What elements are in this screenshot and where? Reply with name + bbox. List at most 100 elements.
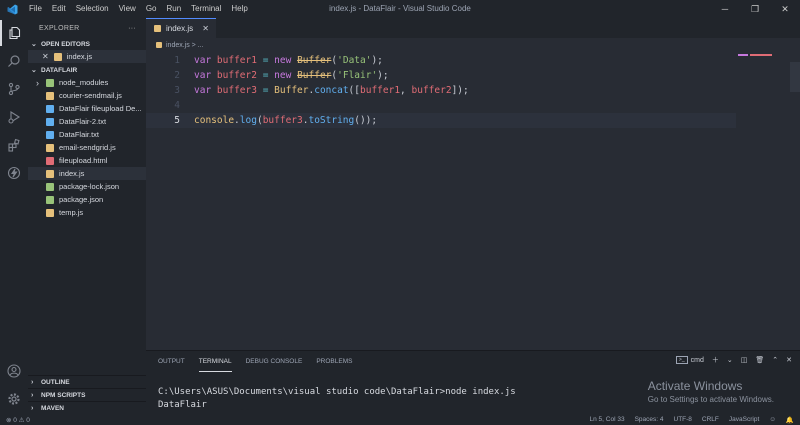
chevron-right-icon: › bbox=[31, 391, 34, 399]
file-tree-item[interactable]: courier-sendmail.js bbox=[28, 89, 146, 102]
section-npm-scripts[interactable]: › NPM SCRIPTS bbox=[28, 388, 146, 401]
chevron-up-icon[interactable]: ⌃ bbox=[772, 356, 778, 364]
section-label: OUTLINE bbox=[41, 378, 70, 386]
restore-icon[interactable]: ❐ bbox=[740, 0, 770, 18]
line-number: 2 bbox=[174, 70, 180, 81]
section-outline[interactable]: › OUTLINE bbox=[28, 375, 146, 388]
code-line: 3 var buffer3 = Buffer.concat([buffer1, … bbox=[146, 83, 736, 98]
watermark-title: Activate Windows bbox=[647, 379, 743, 393]
search-icon[interactable] bbox=[0, 48, 28, 74]
status-bar: ⊗ 0 ⚠ 0 Ln 5, Col 33 Spaces: 4 UTF-8 CRL… bbox=[0, 414, 800, 425]
chevron-down-icon[interactable]: ⌄ bbox=[727, 356, 733, 364]
menu-item-terminal[interactable]: Terminal bbox=[186, 0, 226, 18]
menu-item-selection[interactable]: Selection bbox=[71, 0, 114, 18]
dataflair-folder-section[interactable]: ⌄ DATAFLAIR bbox=[28, 64, 146, 76]
file-name: node_modules bbox=[59, 78, 109, 87]
minimap[interactable] bbox=[734, 52, 800, 350]
menu-item-file[interactable]: File bbox=[24, 0, 47, 18]
json-file-icon bbox=[46, 195, 54, 204]
encoding-indicator[interactable]: UTF-8 bbox=[674, 416, 692, 424]
problems-indicator[interactable]: ⊗ 0 ⚠ 0 bbox=[6, 416, 30, 424]
breadcrumb-path[interactable]: index.js > ... bbox=[166, 42, 204, 49]
menu-item-view[interactable]: View bbox=[114, 0, 141, 18]
indentation-indicator[interactable]: Spaces: 4 bbox=[635, 416, 664, 424]
line-number: 5 bbox=[174, 115, 180, 126]
file-name: temp.js bbox=[59, 208, 84, 217]
chevron-down-icon: ⌄ bbox=[31, 41, 37, 48]
trash-icon[interactable]: 🗑 bbox=[755, 356, 764, 364]
notifications-bell-icon[interactable]: 🔔 bbox=[786, 416, 794, 424]
scrollbar[interactable] bbox=[790, 62, 800, 92]
close-icon[interactable]: ✕ bbox=[42, 52, 49, 61]
eol-indicator[interactable]: CRLF bbox=[702, 416, 719, 424]
close-tab-icon[interactable]: ✕ bbox=[202, 24, 209, 33]
section-maven[interactable]: › MAVEN bbox=[28, 401, 146, 414]
file-tree-item[interactable]: package.json bbox=[28, 193, 146, 206]
remote-lightning-icon[interactable] bbox=[0, 160, 28, 186]
file-tree-item[interactable]: temp.js bbox=[28, 206, 146, 219]
menu-item-edit[interactable]: Edit bbox=[47, 0, 71, 18]
js-file-icon bbox=[154, 25, 161, 32]
cursor-position[interactable]: Ln 5, Col 33 bbox=[590, 416, 625, 424]
minimize-icon[interactable]: ─ bbox=[710, 0, 740, 18]
file-tree-item[interactable]: email-sendgrid.js bbox=[28, 141, 146, 154]
menu-item-help[interactable]: Help bbox=[226, 0, 252, 18]
file-name: email-sendgrid.js bbox=[59, 143, 116, 152]
js-file-icon bbox=[46, 208, 54, 217]
source-control-icon[interactable] bbox=[0, 76, 28, 102]
extensions-icon[interactable] bbox=[0, 132, 28, 158]
terminal-icon: >_ bbox=[675, 356, 688, 364]
tab-index-js[interactable]: index.js ✕ bbox=[146, 18, 216, 38]
section-label: NPM SCRIPTS bbox=[41, 391, 86, 399]
settings-gear-icon[interactable] bbox=[0, 386, 28, 412]
feedback-icon[interactable]: ☺ bbox=[769, 416, 776, 424]
file-name: DataFlair-2.txt bbox=[59, 117, 107, 126]
file-name: fileupload.html bbox=[59, 156, 108, 165]
activity-bar bbox=[0, 18, 28, 414]
split-terminal-icon[interactable]: ◫ bbox=[741, 356, 748, 364]
code-line: 2 var buffer2 = new Buffer('Flair'); bbox=[146, 68, 736, 83]
code-line: 1 var buffer1 = new Buffer('Data'); bbox=[146, 53, 736, 68]
terminal-line: DataFlair bbox=[158, 400, 207, 410]
json-file-icon bbox=[46, 182, 54, 191]
menu-item-run[interactable]: Run bbox=[161, 0, 186, 18]
minimap-line bbox=[738, 54, 748, 56]
section-label: DATAFLAIR bbox=[41, 66, 78, 74]
terminal-output[interactable]: C:\Users\ASUS\Documents\visual studio co… bbox=[158, 386, 516, 412]
menu-item-go[interactable]: Go bbox=[141, 0, 162, 18]
file-tree-item[interactable]: › node_modules bbox=[28, 76, 146, 89]
run-debug-icon[interactable] bbox=[0, 104, 28, 130]
account-icon[interactable] bbox=[0, 358, 28, 384]
menu-bar: File Edit Selection View Go Run Terminal Help bbox=[24, 0, 253, 18]
language-mode[interactable]: JavaScript bbox=[729, 416, 759, 424]
tab-debug-console[interactable]: DEBUG CONSOLE bbox=[246, 351, 303, 372]
code-text: var buffer1 = new Buffer('Data'); bbox=[194, 55, 383, 66]
file-tree-item[interactable]: index.js bbox=[28, 167, 146, 180]
close-panel-icon[interactable]: ✕ bbox=[786, 356, 792, 364]
open-editors-section[interactable]: ⌄ OPEN EDITORS bbox=[28, 38, 146, 50]
open-editor-item[interactable]: ✕ index.js bbox=[28, 50, 146, 63]
tab-problems[interactable]: PROBLEMS bbox=[316, 351, 352, 372]
shell-selector[interactable]: cmd bbox=[691, 357, 704, 364]
open-editor-label: index.js bbox=[66, 52, 93, 61]
tab-output[interactable]: OUTPUT bbox=[158, 351, 185, 372]
file-tree-item[interactable]: DataFlair-2.txt bbox=[28, 115, 146, 128]
more-actions-icon[interactable]: ··· bbox=[128, 25, 136, 32]
editor-tab-bar: index.js ✕ bbox=[146, 18, 800, 38]
file-name: courier-sendmail.js bbox=[59, 91, 122, 100]
file-tree-item[interactable]: DataFlair.txt bbox=[28, 128, 146, 141]
file-name: package.json bbox=[59, 195, 104, 204]
terminal-line: C:\Users\ASUS\Documents\visual studio co… bbox=[158, 387, 516, 397]
file-tree-item[interactable]: fileupload.html bbox=[28, 154, 146, 167]
code-line: 4 bbox=[146, 98, 736, 113]
file-tree-item[interactable]: package-lock.json bbox=[28, 180, 146, 193]
explorer-icon[interactable] bbox=[0, 20, 28, 46]
add-terminal-icon[interactable]: ＋ bbox=[712, 355, 719, 365]
close-window-icon[interactable]: ✕ bbox=[770, 0, 800, 18]
title-bar: File Edit Selection View Go Run Terminal Help i… bbox=[0, 0, 800, 18]
file-tree-item[interactable]: DataFlair fileupload De... bbox=[28, 102, 146, 115]
file-name: DataFlair fileupload De... bbox=[59, 104, 142, 113]
code-editor[interactable]: 1 var buffer1 = new Buffer('Data'); 2 va… bbox=[146, 52, 800, 350]
txt-file-icon bbox=[46, 130, 54, 139]
tab-terminal[interactable]: TERMINAL bbox=[198, 351, 232, 372]
